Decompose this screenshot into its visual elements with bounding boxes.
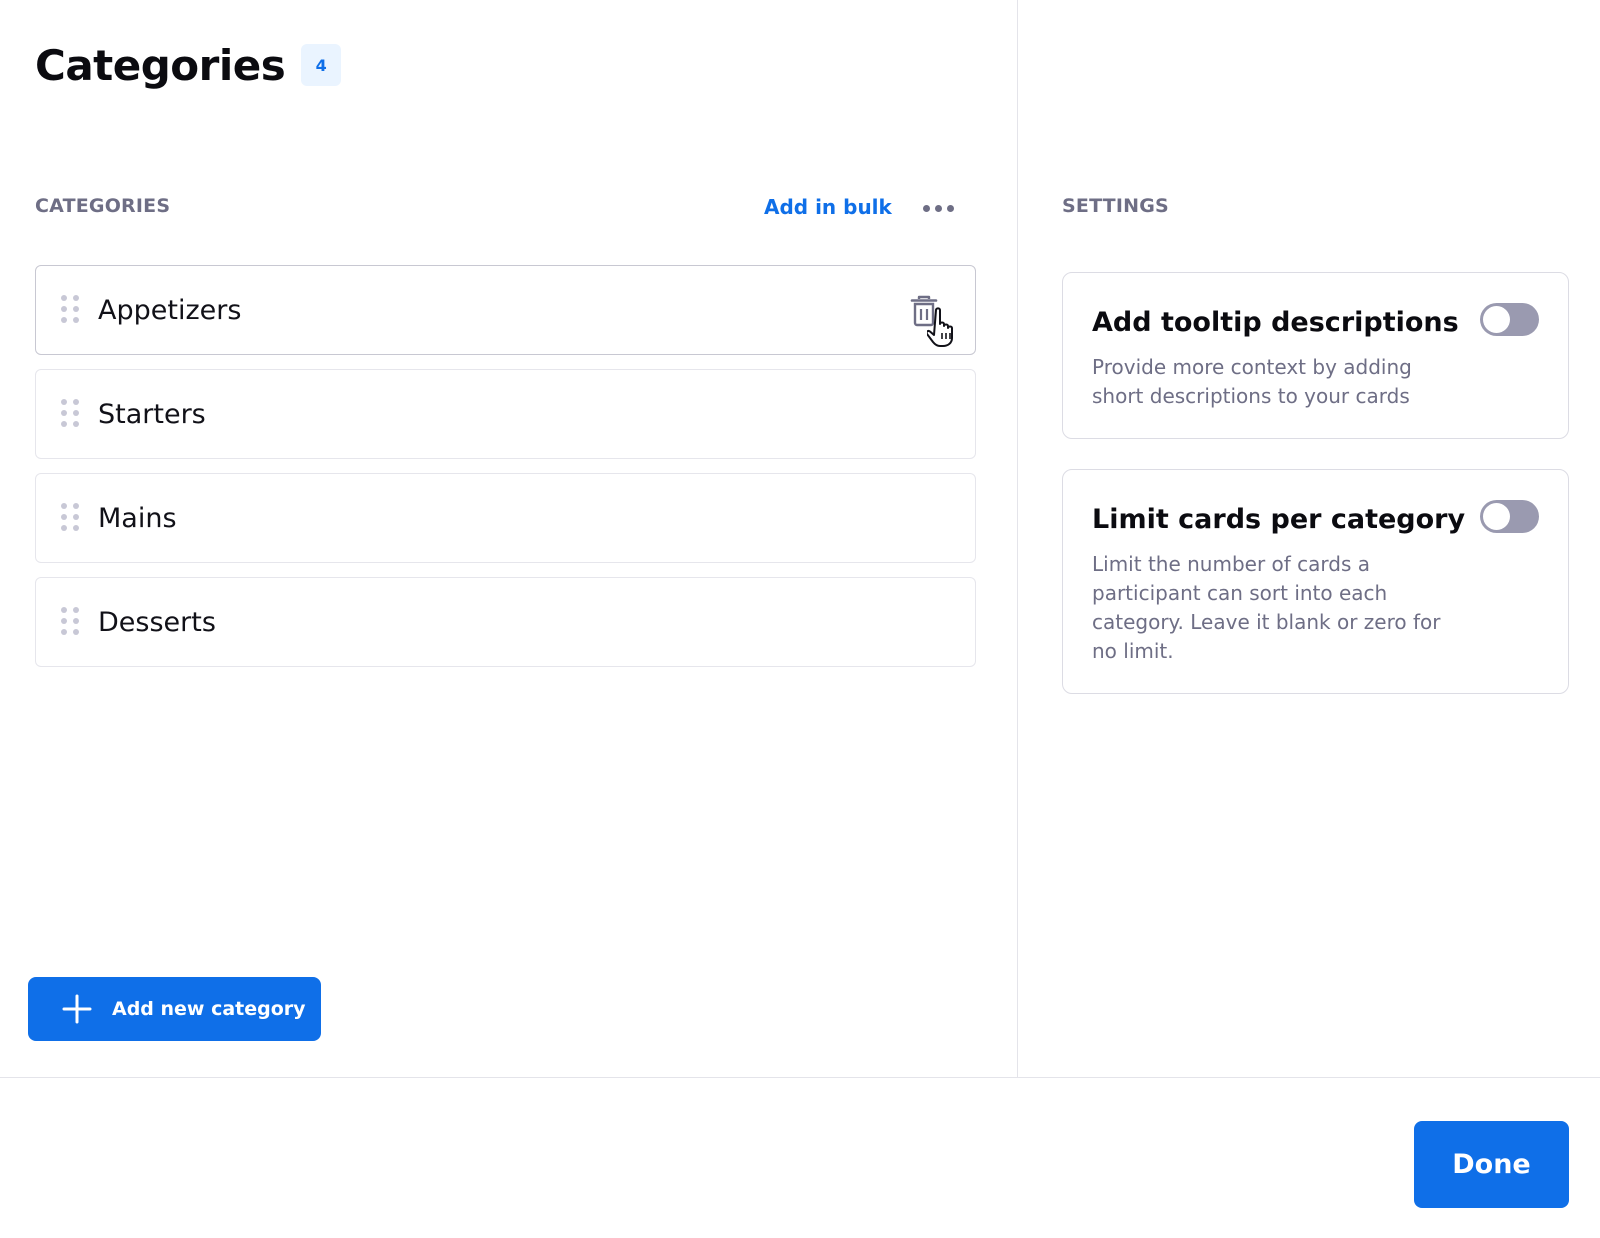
- drag-handle-icon[interactable]: [61, 399, 81, 429]
- footer: [0, 1077, 1600, 1238]
- setting-description: Provide more context by adding short des…: [1092, 355, 1412, 408]
- toggle-knob: [1483, 306, 1510, 333]
- category-name[interactable]: Appetizers: [98, 295, 241, 326]
- categories-section-label: CATEGORIES: [35, 195, 171, 217]
- category-item-desserts[interactable]: Desserts: [35, 577, 976, 667]
- categories-editor: Categories 4 CATEGORIES Add in bulk Appe…: [0, 0, 1600, 1238]
- title-row: Categories 4: [35, 40, 342, 90]
- drag-handle-icon[interactable]: [61, 503, 81, 533]
- setting-card-tooltip-descriptions: Add tooltip descriptions Provide more co…: [1062, 272, 1569, 439]
- category-item-starters[interactable]: Starters: [35, 369, 976, 459]
- more-horizontal-icon: [922, 204, 930, 212]
- add-new-category-button[interactable]: Add new category: [28, 977, 321, 1041]
- category-name[interactable]: Mains: [98, 503, 177, 534]
- add-new-category-label: Add new category: [112, 998, 306, 1020]
- category-name[interactable]: Starters: [98, 399, 206, 430]
- hand-cursor-icon: [927, 307, 953, 347]
- more-options-button[interactable]: [918, 196, 958, 220]
- category-name[interactable]: Desserts: [98, 607, 216, 638]
- tooltip-descriptions-toggle[interactable]: [1480, 303, 1539, 336]
- drag-handle-icon[interactable]: [61, 607, 81, 637]
- category-item-appetizers[interactable]: Appetizers: [35, 265, 976, 355]
- page-title: Categories: [35, 40, 286, 90]
- drag-handle-icon[interactable]: [61, 295, 81, 325]
- setting-title: Limit cards per category: [1092, 504, 1466, 535]
- setting-card-limit-cards: Limit cards per category Limit the numbe…: [1062, 469, 1569, 694]
- setting-title: Add tooltip descriptions: [1092, 307, 1459, 338]
- categories-panel: Categories 4 CATEGORIES Add in bulk Appe…: [0, 0, 1018, 1077]
- setting-description: Limit the number of cards a participant …: [1092, 552, 1441, 663]
- done-button[interactable]: Done: [1414, 1121, 1569, 1208]
- settings-panel: SETTINGS Add tooltip descriptions Provid…: [1019, 0, 1600, 1077]
- add-in-bulk-link[interactable]: Add in bulk: [764, 195, 892, 219]
- toggle-knob: [1483, 503, 1510, 530]
- settings-section-label: SETTINGS: [1062, 195, 1169, 217]
- category-item-mains[interactable]: Mains: [35, 473, 976, 563]
- limit-cards-toggle[interactable]: [1480, 500, 1539, 533]
- category-list: Appetizers Starters Mains Desserts: [35, 265, 976, 681]
- plus-icon: [62, 994, 92, 1024]
- category-count-badge: 4: [301, 44, 342, 86]
